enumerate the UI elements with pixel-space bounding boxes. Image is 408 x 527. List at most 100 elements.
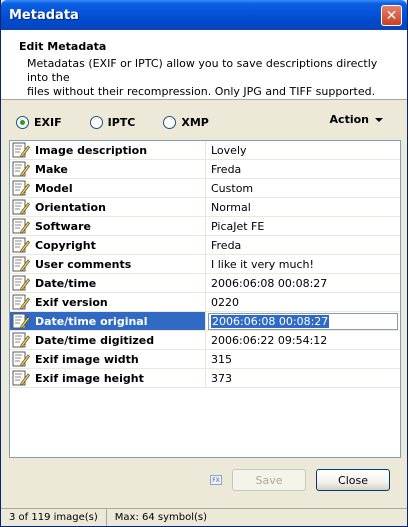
edit-field-icon <box>12 370 31 386</box>
field-name-cell[interactable]: Exif image height <box>10 369 206 387</box>
field-name-cell[interactable]: Date/time <box>10 274 206 292</box>
field-name-cell[interactable]: Make <box>10 160 206 178</box>
field-name: Date/time original <box>35 314 148 328</box>
field-value: Freda <box>211 162 242 176</box>
radio-exif[interactable]: EXIF <box>16 115 62 129</box>
field-name: Make <box>35 162 68 176</box>
field-value: 2006:06:08 00:08:27 <box>211 276 328 290</box>
description-line-1: Metadatas (EXIF or IPTC) allow you to sa… <box>27 57 378 84</box>
field-value-cell[interactable]: 373 <box>206 369 400 387</box>
table-row[interactable]: Exif version 0220 <box>10 293 400 312</box>
table-row[interactable]: User comments I like it very much! <box>10 255 400 274</box>
edit-field-icon <box>12 256 31 272</box>
save-button[interactable]: Save <box>232 469 306 491</box>
edit-field-icon <box>12 142 31 158</box>
window-close-button[interactable]: ✕ <box>381 5 402 26</box>
title-bar[interactable]: Metadata ✕ <box>1 0 407 30</box>
metadata-window: Metadata ✕ Edit Metadata Metadatas (EXIF… <box>0 0 408 527</box>
field-name-cell[interactable]: Model <box>10 179 206 197</box>
table-row[interactable]: Date/time 2006:06:08 00:08:27 <box>10 274 400 293</box>
table-row[interactable]: Exif image width 315 <box>10 350 400 369</box>
field-value-cell[interactable]: 2006:06:08 00:08:27 <box>206 274 400 292</box>
field-name: Exif image width <box>35 352 139 366</box>
field-value-cell[interactable]: 2006:06:08 00:08:27 <box>206 312 400 330</box>
description-line-2: files without their recompression. Only … <box>27 85 376 98</box>
field-value: 0220 <box>211 295 239 309</box>
edit-field-icon <box>12 180 31 196</box>
edit-field-icon <box>12 294 31 310</box>
field-value-cell[interactable]: 315 <box>206 350 400 368</box>
field-name: Copyright <box>35 238 96 252</box>
field-name-cell[interactable]: Copyright <box>10 236 206 254</box>
table-row[interactable]: Orientation Normal <box>10 198 400 217</box>
field-name-cell[interactable]: Orientation <box>10 198 206 216</box>
field-value: I like it very much! <box>211 257 314 271</box>
fx-icon[interactable]: FX <box>210 475 222 485</box>
edit-field-icon <box>12 332 31 348</box>
action-label: Action <box>329 113 369 126</box>
field-name: Orientation <box>35 200 106 214</box>
field-value-cell[interactable]: PicaJet FE <box>206 217 400 235</box>
field-name-cell[interactable]: Date/time digitized <box>10 331 206 349</box>
field-value-input[interactable]: 2006:06:08 00:08:27 <box>208 312 398 330</box>
edit-field-icon <box>12 161 31 177</box>
field-name-cell[interactable]: Exif version <box>10 293 206 311</box>
field-name: Image description <box>35 143 148 157</box>
table-row[interactable]: Image description Lovely <box>10 141 400 160</box>
field-name: Exif image height <box>35 371 144 385</box>
field-value-cell[interactable]: Freda <box>206 236 400 254</box>
field-name: User comments <box>35 257 132 271</box>
table-row[interactable]: Date/time original 2006:06:08 00:08:27 <box>10 312 400 331</box>
table-row[interactable]: Model Custom <box>10 179 400 198</box>
page-title: Edit Metadata <box>19 40 107 53</box>
field-name-cell[interactable]: User comments <box>10 255 206 273</box>
radio-unchecked-icon <box>163 115 177 129</box>
table-row[interactable]: Software PicaJet FE <box>10 217 400 236</box>
field-value: 373 <box>211 371 232 385</box>
metadata-grid[interactable]: Image description Lovely Make Freda Model Cus… <box>9 140 401 458</box>
field-value-cell[interactable]: Normal <box>206 198 400 216</box>
status-image-count: 3 of 119 image(s) <box>1 509 107 526</box>
table-row[interactable]: Make Freda <box>10 160 400 179</box>
field-name: Model <box>35 181 73 195</box>
table-row[interactable]: Copyright Freda <box>10 236 400 255</box>
field-value-cell[interactable]: Freda <box>206 160 400 178</box>
chevron-down-icon <box>375 117 383 122</box>
header-description: Metadatas (EXIF or IPTC) allow you to sa… <box>19 57 395 99</box>
field-name: Exif version <box>35 295 108 309</box>
radio-xmp[interactable]: XMP <box>163 115 209 129</box>
edit-field-icon <box>12 199 31 215</box>
close-button[interactable]: Close <box>316 469 390 491</box>
dialog-buttons: FX Save Close <box>1 469 407 491</box>
radio-checked-icon <box>16 115 29 129</box>
radio-exif-label: EXIF <box>34 115 62 129</box>
edit-field-icon <box>12 313 31 329</box>
field-name: Software <box>35 219 91 233</box>
field-name: Date/time <box>35 276 97 290</box>
metadata-type-selector: EXIF IPTC XMP Action <box>1 110 407 134</box>
radio-iptc-label: IPTC <box>107 115 136 129</box>
radio-unchecked-icon <box>89 115 103 129</box>
table-row[interactable]: Exif image height 373 <box>10 369 400 388</box>
window-title: Metadata <box>9 7 79 23</box>
field-value-cell[interactable]: 2006:06:22 09:54:12 <box>206 331 400 349</box>
status-bar: 3 of 119 image(s) Max: 64 symbol(s) <box>1 508 407 526</box>
field-name-cell[interactable]: Exif image width <box>10 350 206 368</box>
field-value: Lovely <box>211 143 247 157</box>
field-name-cell[interactable]: Date/time original <box>10 312 206 330</box>
radio-iptc[interactable]: IPTC <box>89 115 136 129</box>
status-max-symbols: Max: 64 symbol(s) <box>114 512 208 523</box>
field-name: Date/time digitized <box>35 333 155 347</box>
table-row[interactable]: Date/time digitized 2006:06:22 09:54:12 <box>10 331 400 350</box>
field-value-cell[interactable]: Custom <box>206 179 400 197</box>
field-value-selected-text: 2006:06:08 00:08:27 <box>211 314 330 328</box>
field-name-cell[interactable]: Software <box>10 217 206 235</box>
field-value-cell[interactable]: Lovely <box>206 141 400 159</box>
field-value-cell[interactable]: I like it very much! <box>206 255 400 273</box>
field-value-cell[interactable]: 0220 <box>206 293 400 311</box>
edit-field-icon <box>12 275 31 291</box>
action-menu-button[interactable]: Action <box>330 113 383 126</box>
edit-field-icon <box>12 237 31 253</box>
close-icon: ✕ <box>385 7 398 24</box>
field-name-cell[interactable]: Image description <box>10 141 206 159</box>
